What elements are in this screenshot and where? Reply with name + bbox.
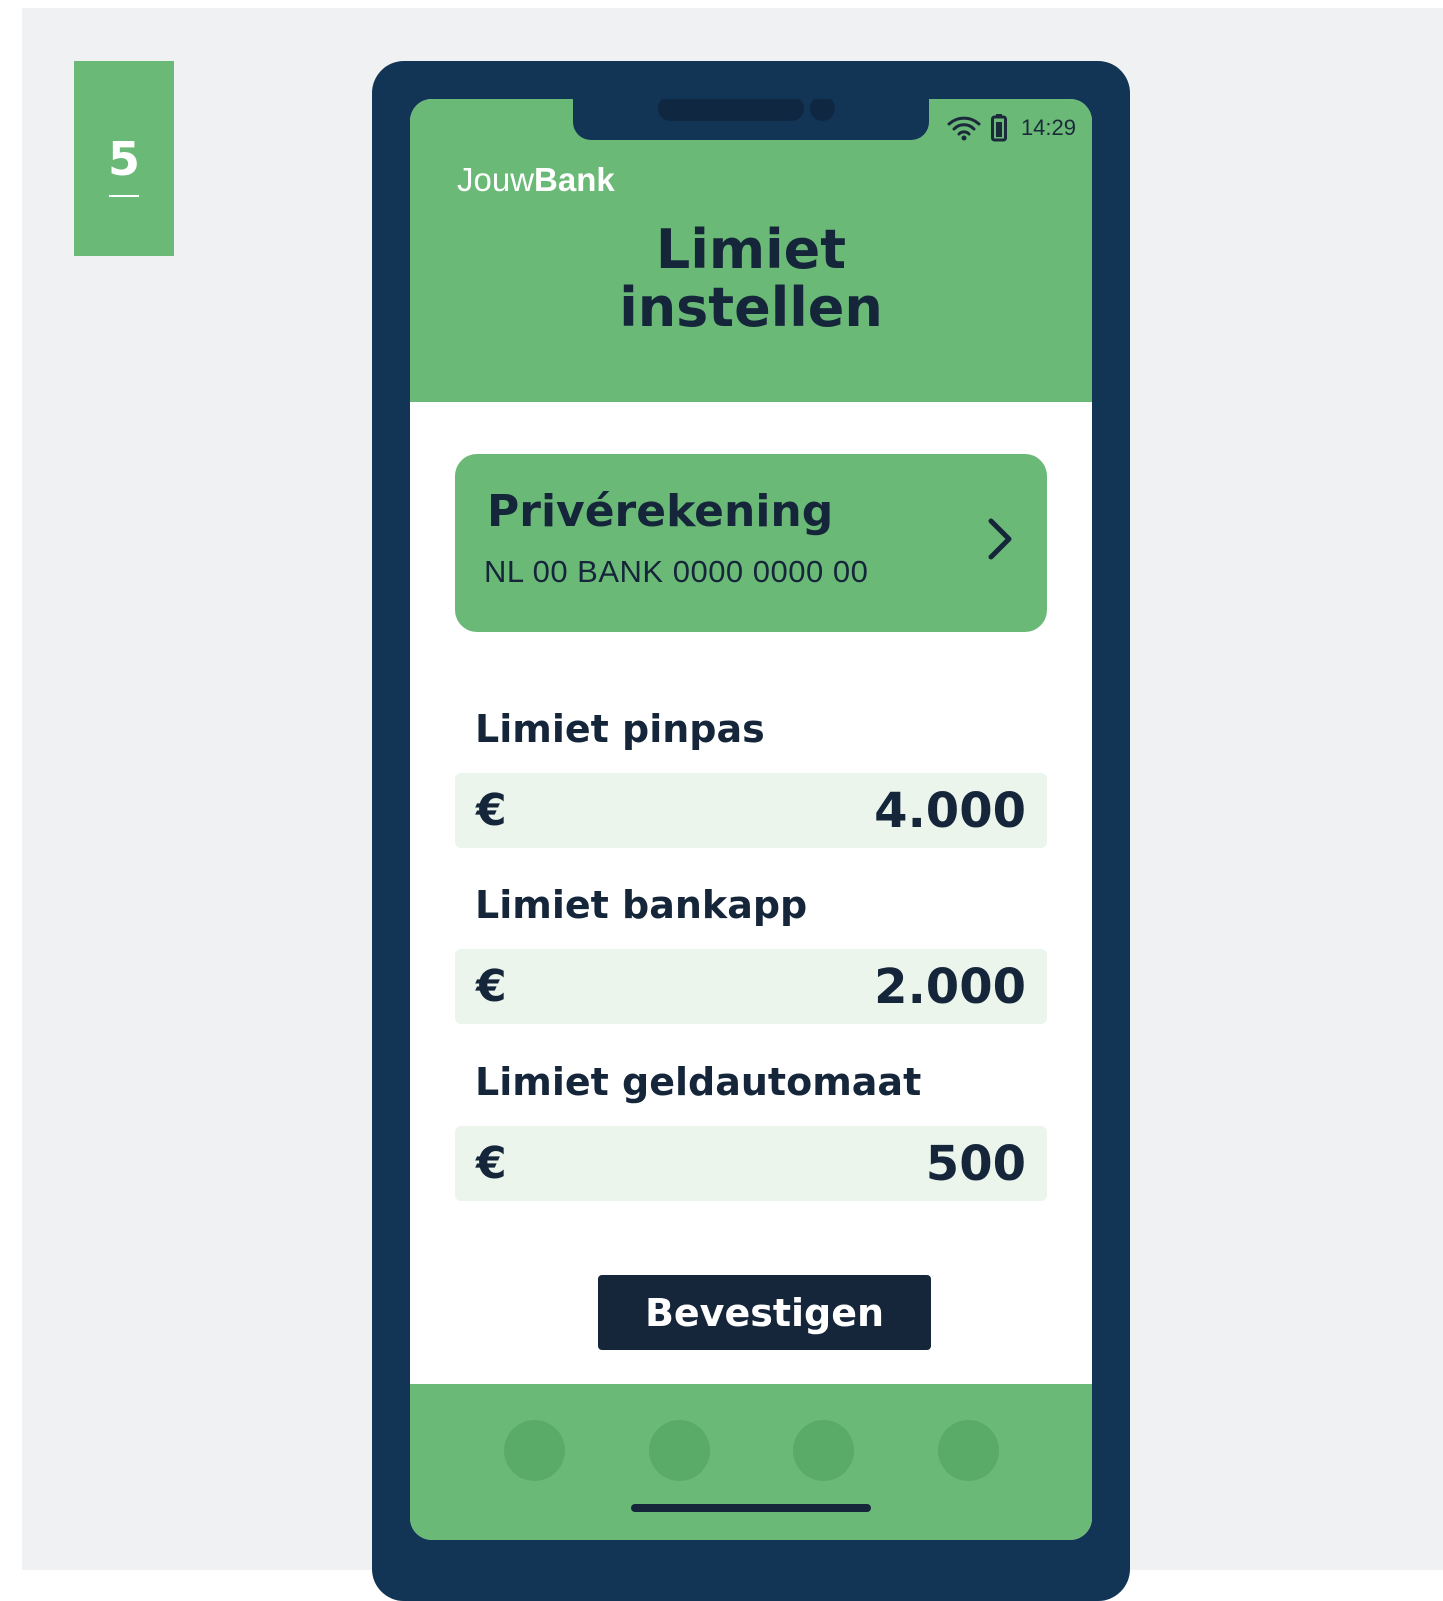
limit-bankapp-amount: 2.000 <box>874 958 1026 1015</box>
step-badge: 5 <box>74 61 174 256</box>
app-header: 14:29 JouwBank Limiet instellen <box>410 99 1092 402</box>
currency-symbol: € <box>476 961 507 1012</box>
brand-logo: JouwBank <box>457 161 615 199</box>
account-card[interactable]: Privérekening NL 00 BANK 0000 0000 00 <box>455 454 1047 632</box>
nav-item-2[interactable] <box>649 1420 710 1481</box>
account-name: Privérekening <box>487 486 834 537</box>
wifi-icon <box>947 115 981 141</box>
limit-bankapp-label: Limiet bankapp <box>475 883 808 927</box>
limit-pinpas-field[interactable]: € 4.000 <box>455 773 1047 848</box>
limit-geldautomaat-field[interactable]: € 500 <box>455 1126 1047 1201</box>
page-title-line1: Limiet <box>655 218 847 281</box>
brand-suffix: Bank <box>534 161 615 198</box>
step-divider <box>109 195 139 197</box>
speaker-grille <box>658 99 804 121</box>
confirm-button[interactable]: Bevestigen <box>598 1275 931 1350</box>
limit-bankapp-field[interactable]: € 2.000 <box>455 949 1047 1024</box>
account-iban: NL 00 BANK 0000 0000 00 <box>484 554 869 589</box>
nav-item-3[interactable] <box>793 1420 854 1481</box>
chevron-right-icon <box>985 516 1015 567</box>
limit-geldautomaat-label: Limiet geldautomaat <box>475 1060 922 1104</box>
home-indicator[interactable] <box>631 1504 871 1512</box>
camera-icon <box>810 99 835 121</box>
currency-symbol: € <box>476 1138 507 1189</box>
currency-symbol: € <box>476 785 507 836</box>
phone-frame: 14:29 JouwBank Limiet instellen Privérek… <box>372 61 1130 1601</box>
limit-geldautomaat-amount: 500 <box>925 1135 1026 1192</box>
page-title-line2: instellen <box>619 276 883 339</box>
limit-pinpas-label: Limiet pinpas <box>475 707 765 751</box>
status-bar: 14:29 <box>947 113 1076 143</box>
nav-item-1[interactable] <box>504 1420 565 1481</box>
status-time: 14:29 <box>1020 115 1076 140</box>
phone-screen: 14:29 JouwBank Limiet instellen Privérek… <box>410 99 1092 1540</box>
page-title: Limiet instellen <box>410 221 1092 337</box>
brand-prefix: Jouw <box>457 161 535 198</box>
phone-notch <box>573 99 929 140</box>
battery-icon <box>990 114 1007 142</box>
limit-pinpas-amount: 4.000 <box>874 782 1026 839</box>
bottom-nav <box>410 1384 1092 1540</box>
nav-item-4[interactable] <box>938 1420 999 1481</box>
step-number: 5 <box>107 132 140 186</box>
